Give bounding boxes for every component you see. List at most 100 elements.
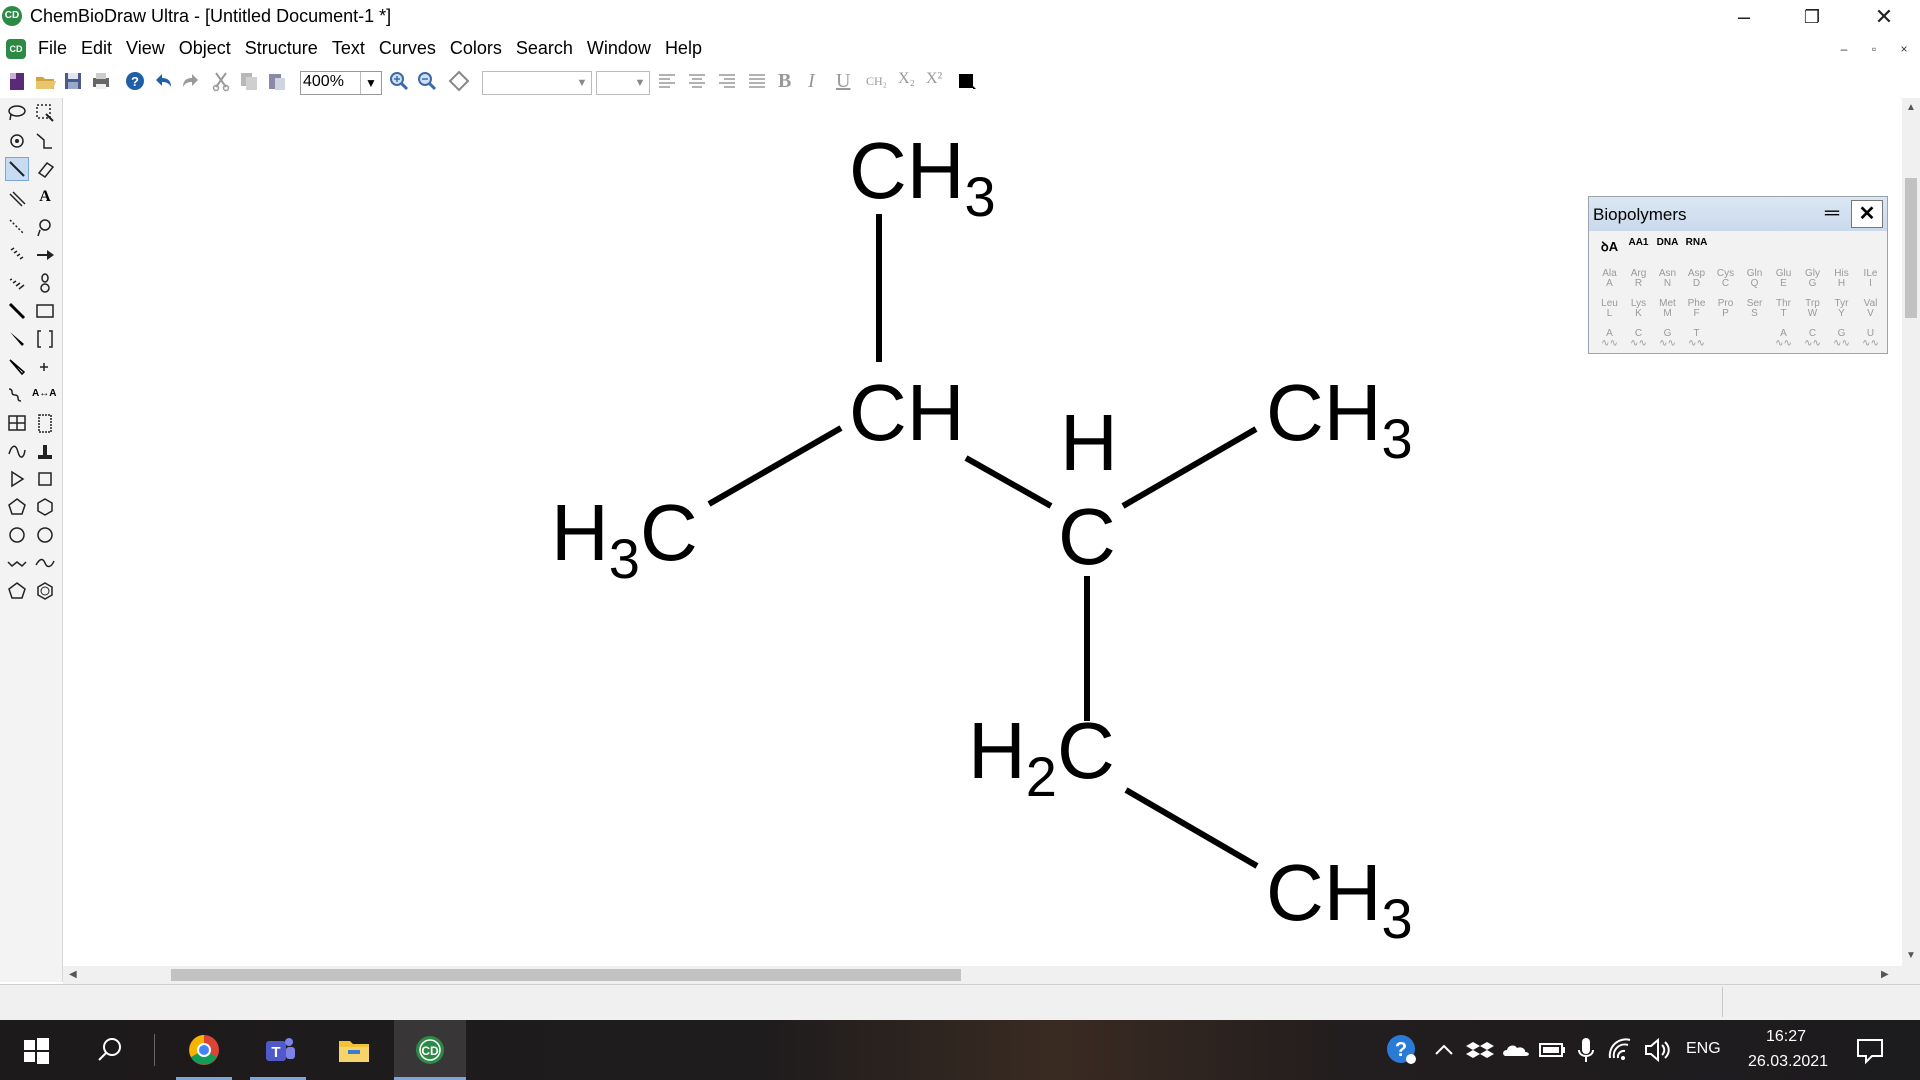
- menu-object[interactable]: Object: [179, 38, 231, 59]
- biopolymer-cell[interactable]: ILe I: [1856, 269, 1885, 289]
- heptagon-ring-icon[interactable]: [6, 524, 28, 546]
- redo-icon[interactable]: [180, 70, 202, 92]
- nucleotide-cell[interactable]: G ∿∿: [1653, 329, 1682, 349]
- language-indicator[interactable]: ENG: [1686, 1040, 1721, 1058]
- volume-icon[interactable]: [1640, 1032, 1676, 1068]
- curve-tool-icon[interactable]: [6, 440, 28, 462]
- arrow-tool-icon[interactable]: [34, 244, 56, 266]
- restore-button[interactable]: ❐: [1784, 0, 1840, 34]
- undo-icon[interactable]: [152, 70, 174, 92]
- horizontal-scroll-thumb[interactable]: [171, 969, 961, 981]
- scroll-left-icon[interactable]: ◀: [69, 969, 77, 980]
- scroll-up-icon[interactable]: ▲: [1906, 102, 1916, 113]
- dashed-bond-icon[interactable]: [6, 216, 28, 238]
- chair-ring-1-icon[interactable]: [6, 552, 28, 574]
- menu-view[interactable]: View: [126, 38, 165, 59]
- nucleotide-cell[interactable]: U ∿∿: [1856, 329, 1885, 349]
- nucleotide-cell[interactable]: C ∿∿: [1798, 329, 1827, 349]
- rectangle-tool-icon[interactable]: [34, 300, 56, 322]
- biopolymer-cell[interactable]: Ala A: [1595, 269, 1624, 289]
- dropbox-icon[interactable]: [1462, 1032, 1498, 1068]
- size-combo[interactable]: ▼: [596, 71, 650, 95]
- template-stamp-icon[interactable]: [34, 440, 56, 462]
- color-swatch-icon[interactable]: [956, 70, 978, 92]
- battery-icon[interactable]: [1534, 1032, 1570, 1068]
- nucleotide-cell[interactable]: A ∿∿: [1769, 329, 1798, 349]
- biopolymer-cell[interactable]: His H: [1827, 269, 1856, 289]
- biopolymer-cell[interactable]: Ser S: [1740, 299, 1769, 319]
- pen-tool-icon[interactable]: [34, 216, 56, 238]
- help-tray-icon[interactable]: ?: [1384, 1032, 1420, 1068]
- biopolymer-cell[interactable]: Thr T: [1769, 299, 1798, 319]
- menu-colors[interactable]: Colors: [450, 38, 502, 59]
- chevron-down-icon[interactable]: ▼: [631, 72, 649, 94]
- nucleotide-cell[interactable]: T ∿∿: [1682, 329, 1711, 349]
- collapse-icon[interactable]: ═: [1817, 200, 1847, 226]
- biopolymer-cell[interactable]: Cys C: [1711, 269, 1740, 289]
- menu-file[interactable]: File: [38, 38, 67, 59]
- wavy-bond-icon[interactable]: [6, 384, 28, 406]
- menu-help[interactable]: Help: [665, 38, 702, 59]
- table-tool-icon[interactable]: [6, 412, 28, 434]
- mode-rna[interactable]: RNA: [1682, 237, 1711, 255]
- bold-button[interactable]: B: [778, 70, 800, 92]
- bracket-tool-icon[interactable]: [34, 328, 56, 350]
- sequence-tool-icon[interactable]: ꝺA: [1595, 237, 1624, 255]
- menu-text[interactable]: Text: [332, 38, 365, 59]
- cyclopentadiene-icon[interactable]: [6, 580, 28, 602]
- orbital-tool-icon[interactable]: [34, 272, 56, 294]
- bold-bond-icon[interactable]: [6, 300, 28, 322]
- biopolymer-cell[interactable]: Arg R: [1624, 269, 1653, 289]
- biopolymer-cell[interactable]: Pro P: [1711, 299, 1740, 319]
- teams-icon[interactable]: T: [262, 1032, 298, 1068]
- biopolymer-cell[interactable]: Asn N: [1653, 269, 1682, 289]
- menu-edit[interactable]: Edit: [81, 38, 112, 59]
- bond-tool-icon[interactable]: [5, 157, 29, 181]
- center-icon[interactable]: [448, 70, 470, 92]
- wedge-bond-icon[interactable]: [6, 328, 28, 350]
- vertical-scrollbar[interactable]: ▲ ▼: [1902, 98, 1920, 966]
- save-icon[interactable]: [62, 70, 84, 92]
- align-left-icon[interactable]: [656, 70, 678, 92]
- atom-label-top-ch3[interactable]: CH3: [849, 126, 996, 228]
- paste-icon[interactable]: [266, 70, 288, 92]
- zoom-combo[interactable]: 400% ▼: [300, 71, 382, 95]
- menu-search[interactable]: Search: [516, 38, 573, 59]
- copy-icon[interactable]: [238, 70, 260, 92]
- doc-restore-button[interactable]: ▫: [1862, 38, 1886, 60]
- onedrive-icon[interactable]: [1498, 1032, 1534, 1068]
- hashed-bond-icon[interactable]: [6, 244, 28, 266]
- atom-label-right-ch3[interactable]: CH3: [1266, 368, 1413, 470]
- search-icon[interactable]: [92, 1032, 128, 1068]
- atom-label-left-ch3[interactable]: H3C: [551, 488, 698, 590]
- tlc-plate-icon[interactable]: [34, 412, 56, 434]
- chrome-icon[interactable]: [186, 1032, 222, 1068]
- minimize-button[interactable]: –: [1716, 0, 1772, 34]
- clock-time[interactable]: 16:27: [1746, 1028, 1826, 1046]
- document-icon[interactable]: CD: [6, 39, 26, 59]
- marquee-icon[interactable]: [34, 102, 56, 124]
- vertical-scroll-thumb[interactable]: [1905, 178, 1917, 318]
- atom-label-bottom-ch3[interactable]: CH3: [1266, 848, 1413, 950]
- wedge-hollow-icon[interactable]: [6, 356, 28, 378]
- atom-label-ch[interactable]: CH: [849, 368, 965, 457]
- biopolymers-header[interactable]: Biopolymers ═ ✕: [1589, 197, 1887, 231]
- menu-window[interactable]: Window: [587, 38, 651, 59]
- notifications-icon[interactable]: [1852, 1032, 1888, 1068]
- file-explorer-icon[interactable]: [336, 1032, 372, 1068]
- biopolymer-cell[interactable]: Trp W: [1798, 299, 1827, 319]
- nucleotide-cell[interactable]: A ∿∿: [1595, 329, 1624, 349]
- justify-icon[interactable]: [746, 70, 768, 92]
- octagon-ring-icon[interactable]: [34, 524, 56, 546]
- align-center-icon[interactable]: [686, 70, 708, 92]
- biopolymer-cell[interactable]: Met M: [1653, 299, 1682, 319]
- doc-minimize-button[interactable]: –: [1832, 38, 1856, 60]
- atom-map-icon[interactable]: A↔A: [32, 388, 58, 410]
- biopolymer-cell[interactable]: Phe F: [1682, 299, 1711, 319]
- eraser-icon[interactable]: [34, 158, 56, 180]
- clock-date[interactable]: 26.03.2021: [1740, 1053, 1836, 1071]
- zoom-in-icon[interactable]: [388, 70, 410, 92]
- atom-label-h2c[interactable]: H2C: [968, 706, 1115, 808]
- scroll-right-icon[interactable]: ▶: [1881, 969, 1889, 980]
- print-icon[interactable]: [90, 70, 112, 92]
